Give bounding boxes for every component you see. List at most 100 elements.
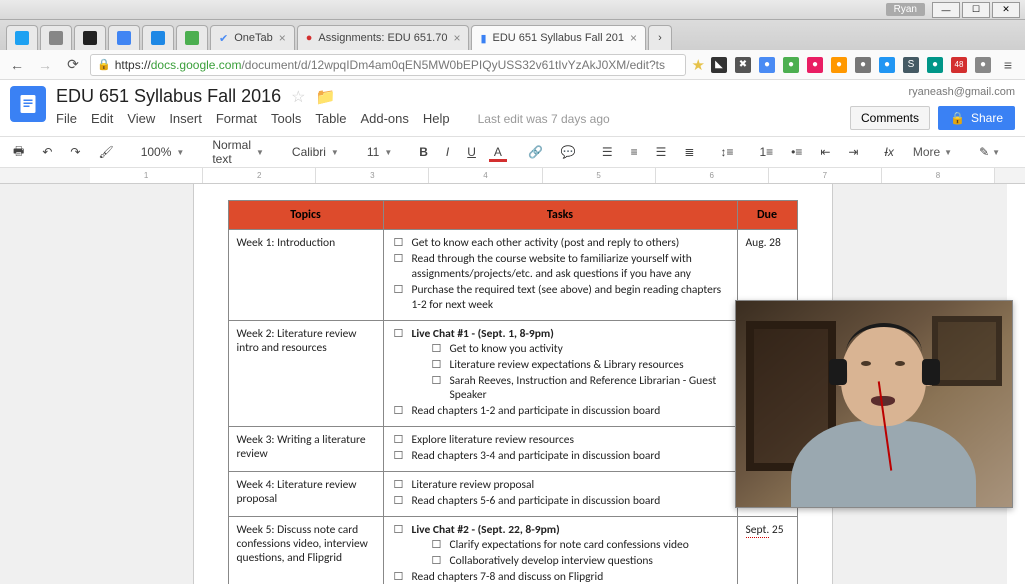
indent-increase-icon[interactable]: ⇥: [843, 142, 863, 162]
editing-mode-icon[interactable]: ✎ ▼: [974, 142, 1005, 162]
table-header: Tasks: [383, 201, 737, 230]
italic-icon[interactable]: I: [441, 142, 454, 162]
window-maximize-button[interactable]: ☐: [962, 2, 990, 18]
due-cell: Sept. 25: [737, 517, 797, 584]
account-email[interactable]: ryaneash@gmail.com: [908, 86, 1015, 98]
doc-title[interactable]: EDU 651 Syllabus Fall 2016: [56, 86, 281, 107]
tab-close-icon[interactable]: ×: [630, 31, 637, 45]
browser-tab[interactable]: [6, 25, 38, 50]
ext-icon[interactable]: ●: [831, 57, 847, 73]
webcam-overlay: [735, 300, 1013, 508]
last-edit-status: Last edit was 7 days ago: [478, 112, 610, 126]
ext-icon[interactable]: ✖: [735, 57, 751, 73]
print-icon[interactable]: 🖶: [8, 139, 29, 166]
ruler-tick: 5: [543, 168, 656, 183]
font-size-dropdown[interactable]: 11▼: [361, 142, 398, 162]
align-center-icon[interactable]: ≡: [626, 142, 643, 162]
clear-format-icon[interactable]: Ix: [879, 142, 898, 162]
share-label: Share: [971, 111, 1003, 125]
ext-icon[interactable]: S: [903, 57, 919, 73]
comments-button[interactable]: Comments: [850, 106, 930, 130]
ruler-tick: 4: [429, 168, 542, 183]
paint-format-icon[interactable]: 🖌: [93, 142, 118, 162]
share-button[interactable]: 🔒 Share: [938, 106, 1015, 130]
topic-cell: Week 3: Writing a literature review: [228, 427, 383, 472]
indent-decrease-icon[interactable]: ⇤: [815, 142, 835, 162]
text-color-icon[interactable]: A: [489, 142, 507, 162]
browser-menu-button[interactable]: ≡: [997, 54, 1019, 76]
browser-tab[interactable]: [142, 25, 174, 50]
table-header: Topics: [228, 201, 383, 230]
new-tab-button[interactable]: ›: [648, 25, 672, 50]
menu-edit[interactable]: Edit: [91, 111, 113, 126]
topic-cell: Week 1: Introduction: [228, 230, 383, 321]
hide-menus-icon[interactable]: ⌃: [1021, 142, 1025, 162]
ruler[interactable]: 12345678: [0, 168, 1025, 184]
numbered-list-icon[interactable]: 1≡: [754, 142, 778, 162]
nav-reload-button[interactable]: ⟳: [62, 54, 84, 76]
ext-adblock-icon[interactable]: 48: [951, 57, 967, 73]
ext-icon[interactable]: ●: [807, 57, 823, 73]
browser-tab[interactable]: ▮EDU 651 Syllabus Fall 201×: [471, 25, 646, 50]
menu-format[interactable]: Format: [216, 111, 257, 126]
tab-close-icon[interactable]: ×: [279, 31, 286, 45]
nav-forward-button[interactable]: →: [34, 54, 56, 76]
window-titlebar: Ryan — ☐ ✕: [0, 0, 1025, 20]
ext-icon[interactable]: ●: [783, 57, 799, 73]
docs-header: EDU 651 Syllabus Fall 2016 ☆ 📁 File Edit V…: [0, 80, 1025, 130]
menu-tools[interactable]: Tools: [271, 111, 301, 126]
menu-view[interactable]: View: [127, 111, 155, 126]
redo-icon[interactable]: ↷: [65, 142, 85, 162]
ext-icon[interactable]: ●: [975, 57, 991, 73]
menu-insert[interactable]: Insert: [169, 111, 202, 126]
url-scheme: https://: [115, 58, 151, 72]
url-input[interactable]: 🔒 https://docs.google.com/document/d/12w…: [90, 54, 686, 76]
tab-favicon-icon: [117, 31, 131, 45]
window-close-button[interactable]: ✕: [992, 2, 1020, 18]
style-dropdown[interactable]: Normal text▼: [206, 135, 270, 169]
ruler-tick: 7: [769, 168, 882, 183]
tab-favicon-icon: [83, 31, 97, 45]
bulleted-list-icon[interactable]: •≡: [786, 142, 807, 162]
comment-icon[interactable]: 💬: [556, 142, 581, 162]
ext-icon[interactable]: ●: [927, 57, 943, 73]
syllabus-table: TopicsTasksDue Week 1: IntroductionGet t…: [228, 200, 798, 584]
menu-add-ons[interactable]: Add-ons: [360, 111, 408, 126]
nav-back-button[interactable]: ←: [6, 54, 28, 76]
menu-help[interactable]: Help: [423, 111, 450, 126]
ruler-tick: 1: [90, 168, 203, 183]
undo-icon[interactable]: ↶: [37, 142, 57, 162]
zoom-dropdown[interactable]: 100%▼: [135, 142, 191, 162]
bookmark-star-icon[interactable]: ★: [692, 56, 705, 74]
browser-tab[interactable]: [176, 25, 208, 50]
browser-tab[interactable]: [108, 25, 140, 50]
browser-tab[interactable]: [40, 25, 72, 50]
align-right-icon[interactable]: ☰: [651, 142, 672, 162]
font-dropdown[interactable]: Calibri▼: [286, 142, 345, 162]
tasks-cell: Get to know each other activity (post an…: [383, 230, 737, 321]
link-icon[interactable]: 🔗: [523, 142, 548, 162]
ext-icon[interactable]: ◣: [711, 57, 727, 73]
ext-icon[interactable]: ●: [759, 57, 775, 73]
star-icon[interactable]: ☆: [291, 87, 305, 107]
tab-close-icon[interactable]: ×: [453, 31, 460, 45]
topic-cell: Week 2: Literature review intro and reso…: [228, 320, 383, 427]
more-button[interactable]: More▼: [907, 142, 958, 162]
folder-icon[interactable]: 📁: [315, 87, 335, 107]
tasks-cell: Live Chat #2 - (Sept. 22, 8-9pm)Clarify …: [383, 517, 737, 584]
browser-tab[interactable]: [74, 25, 106, 50]
browser-tab[interactable]: ●Assignments: EDU 651.70×: [297, 25, 470, 50]
align-left-icon[interactable]: ☰: [597, 142, 618, 162]
underline-icon[interactable]: U: [462, 142, 481, 162]
line-spacing-icon[interactable]: ↕≡: [715, 142, 738, 162]
window-minimize-button[interactable]: —: [932, 2, 960, 18]
browser-tab[interactable]: ✔OneTab×: [210, 25, 295, 50]
ext-icon[interactable]: ●: [855, 57, 871, 73]
menu-table[interactable]: Table: [315, 111, 346, 126]
bold-icon[interactable]: B: [414, 142, 433, 162]
docs-logo-icon[interactable]: [10, 86, 46, 122]
align-justify-icon[interactable]: ≣: [679, 142, 699, 162]
menu-file[interactable]: File: [56, 111, 77, 126]
lock-icon: 🔒: [97, 58, 111, 71]
ext-icon[interactable]: ●: [879, 57, 895, 73]
